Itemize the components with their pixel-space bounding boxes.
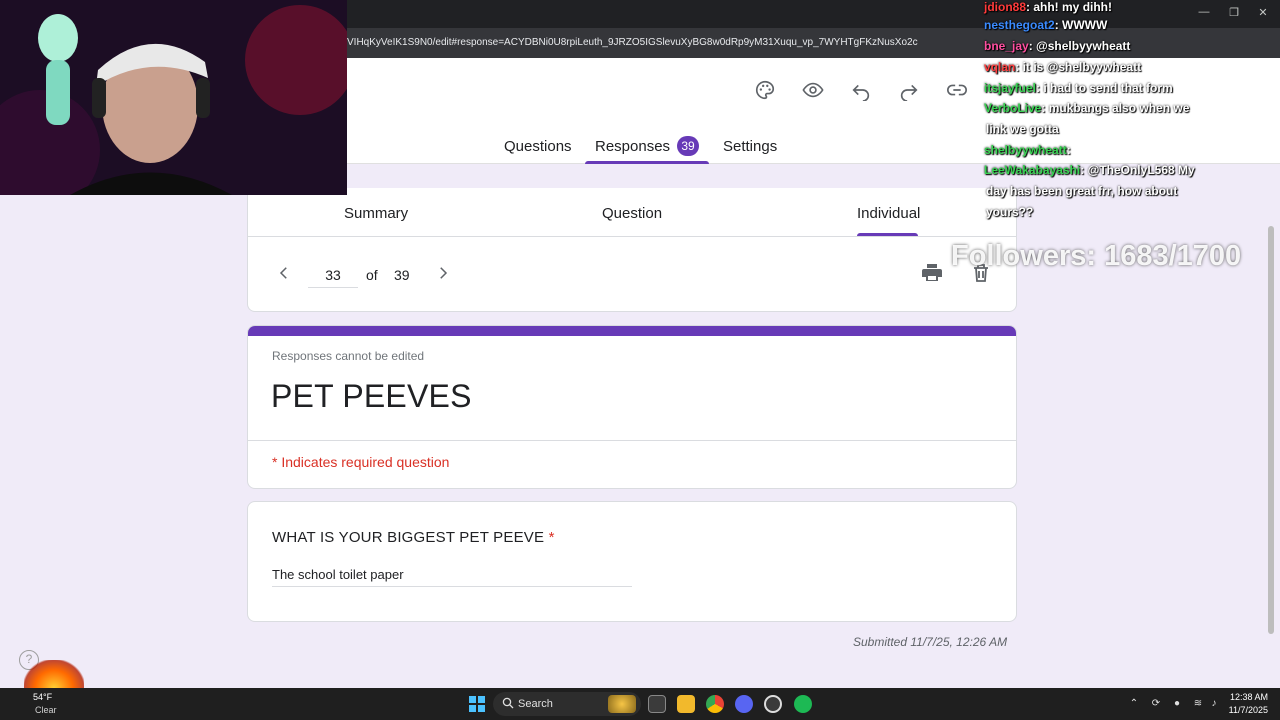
redo-icon[interactable] — [897, 78, 921, 102]
chevron-up-icon[interactable]: ⌃ — [1128, 698, 1140, 710]
task-view-icon[interactable] — [648, 695, 666, 713]
chat-username[interactable]: nesthegoat2 — [984, 18, 1055, 32]
title-accent-band — [248, 326, 1016, 336]
chat-text: : @TheOnlyL568 My — [1080, 163, 1195, 177]
file-explorer-icon[interactable] — [677, 695, 695, 713]
chat-message: yours?? — [986, 205, 1033, 219]
edit-notice: Responses cannot be edited — [272, 349, 425, 363]
question-text: WHAT IS YOUR BIGGEST PET PEEVE * — [272, 529, 555, 546]
chat-message: itsjayfuel: i had to send that form — [984, 81, 1173, 95]
windows-start-icon[interactable] — [469, 696, 485, 712]
chat-text: : @shelbyywheatt — [1028, 39, 1131, 53]
answer-text: The school toilet paper — [272, 567, 632, 587]
print-icon[interactable] — [920, 261, 944, 285]
chat-username[interactable]: vqlan — [984, 60, 1015, 74]
url-text[interactable]: VIHqKyVeIK1S9N0/edit#response=ACYDBNi0U8… — [347, 37, 918, 48]
minimize-icon[interactable]: — — [1197, 6, 1211, 18]
maximize-icon[interactable]: ❐ — [1227, 6, 1241, 19]
chat-message: nesthegoat2: WWWW — [984, 18, 1107, 32]
chat-message: shelbyywheatt: — [984, 143, 1071, 157]
title-divider — [248, 440, 1016, 441]
chat-text: link we gotta — [986, 122, 1059, 136]
chat-message: bne_jay: @shelbyywheatt — [984, 39, 1130, 53]
chat-message: link we gotta — [986, 122, 1059, 136]
chat-username[interactable]: shelbyywheatt — [984, 143, 1067, 157]
chat-text: : i had to send that form — [1036, 81, 1173, 95]
chat-username[interactable]: jdion88 — [984, 0, 1026, 14]
response-page-input[interactable] — [308, 262, 358, 288]
followers-goal: Followers: 1683/1700 — [951, 240, 1242, 272]
pager-total: 39 — [394, 267, 410, 283]
sync-icon[interactable]: ⟳ — [1150, 698, 1162, 710]
chat-text: yours?? — [986, 205, 1034, 219]
chat-text: day has been great frr, how about — [986, 184, 1178, 198]
chat-text: : WWWW — [1054, 18, 1108, 32]
discord-icon[interactable] — [735, 695, 753, 713]
chat-username[interactable]: bne_jay — [984, 39, 1029, 53]
palette-icon[interactable] — [753, 78, 777, 102]
chat-text: : ahh! my dihh! — [1026, 0, 1113, 14]
crown-icon[interactable] — [608, 695, 636, 713]
responses-count-badge: 39 — [677, 136, 699, 156]
webcam-overlay — [0, 0, 347, 195]
weather-condition[interactable]: Clear — [35, 705, 57, 715]
submitted-timestamp: Submitted 11/7/25, 12:26 AM — [853, 635, 1008, 649]
chrome-icon[interactable] — [706, 695, 724, 713]
tab-questions[interactable]: Questions — [504, 138, 572, 155]
required-star: * — [548, 529, 555, 546]
active-tab-indicator — [585, 161, 709, 164]
chevron-right-icon[interactable] — [433, 263, 453, 283]
chat-username[interactable]: VerboLive — [984, 101, 1041, 115]
chat-message: jdion88: ahh! my dihh! — [984, 0, 1112, 14]
spotify-icon[interactable] — [794, 695, 812, 713]
subtab-divider — [248, 236, 1016, 237]
form-title: PET PEEVES — [271, 378, 472, 414]
pager-of-label: of — [366, 267, 378, 283]
eye-icon[interactable] — [801, 78, 825, 102]
close-icon[interactable]: ✕ — [1256, 6, 1270, 19]
wifi-icon[interactable]: ≋ — [1192, 698, 1204, 710]
question-label: WHAT IS YOUR BIGGEST PET PEEVE — [272, 529, 545, 546]
microphone-icon[interactable]: ● — [1171, 698, 1183, 710]
tab-responses[interactable]: Responses — [595, 138, 670, 155]
chat-message: vqlan: it is @shelbyywheatt — [984, 60, 1141, 74]
subtab-question[interactable]: Question — [602, 205, 662, 222]
chat-text: : it is @shelbyywheatt — [1015, 60, 1142, 74]
chat-username[interactable]: itsjayfuel — [984, 81, 1036, 95]
chevron-left-icon[interactable] — [274, 263, 294, 283]
subtab-individual[interactable]: Individual — [857, 205, 920, 222]
subtab-summary[interactable]: Summary — [344, 205, 408, 222]
link-icon[interactable] — [945, 78, 969, 102]
question-card — [247, 501, 1017, 622]
chat-username[interactable]: LeeWakabayashi — [984, 163, 1080, 177]
taskbar-search-label[interactable]: Search — [518, 698, 553, 710]
page-scrollbar[interactable] — [1268, 226, 1274, 634]
required-note: * Indicates required question — [272, 454, 450, 470]
weather-temp[interactable]: 54°F — [33, 692, 52, 702]
undo-icon[interactable] — [849, 78, 873, 102]
clock-date[interactable]: 11/7/2025 — [1220, 705, 1268, 715]
chat-message: day has been great frr, how about — [986, 184, 1177, 198]
chat-text: : mukbangs also when we — [1041, 101, 1190, 115]
chat-text: : — [1066, 143, 1071, 157]
obs-icon[interactable] — [764, 695, 782, 713]
volume-icon[interactable]: ♪ — [1208, 698, 1220, 710]
tab-settings[interactable]: Settings — [723, 138, 777, 155]
chat-message: LeeWakabayashi: @TheOnlyL568 My — [984, 163, 1195, 177]
search-icon — [502, 697, 514, 709]
chat-message: VerboLive: mukbangs also when we — [984, 101, 1189, 115]
clock-time[interactable]: 12:38 AM — [1220, 692, 1268, 702]
